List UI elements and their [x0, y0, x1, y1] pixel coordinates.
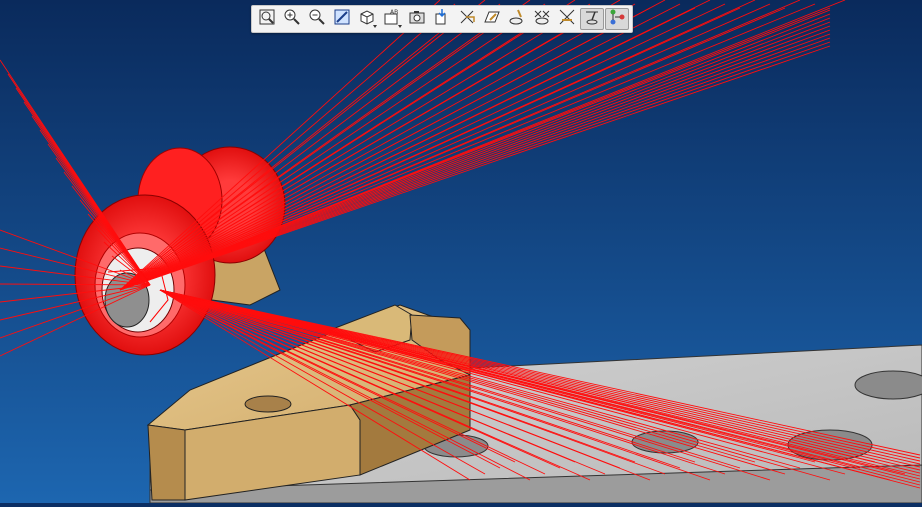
sectioning-button[interactable]	[555, 8, 579, 30]
fit-all-button[interactable]	[255, 8, 279, 30]
normal-view-icon	[333, 8, 351, 30]
hide-show-button[interactable]	[430, 8, 454, 30]
named-views-button[interactable]: AB	[380, 8, 404, 30]
sectioning-icon	[558, 8, 576, 30]
scene-canvas	[0, 0, 922, 504]
normal-view-button[interactable]	[330, 8, 354, 30]
hide-show-icon	[433, 8, 451, 30]
zoom-in-icon	[283, 8, 301, 30]
compass-toggle-button[interactable]	[580, 8, 604, 30]
plate-hole	[631, 430, 699, 454]
measure-item-icon	[508, 8, 526, 30]
iso-view-button[interactable]	[355, 8, 379, 30]
sketch-plane-button[interactable]	[480, 8, 504, 30]
zoom-out-icon	[308, 8, 326, 30]
dropdown-arrow-icon[interactable]	[373, 25, 377, 28]
svg-text:AB: AB	[390, 9, 398, 16]
zoom-in-button[interactable]	[280, 8, 304, 30]
bracket-hole	[244, 395, 292, 413]
camera-icon	[408, 8, 426, 30]
3d-viewport[interactable]	[0, 0, 922, 504]
dropdown-arrow-icon[interactable]	[398, 25, 402, 28]
compass-toggle-icon	[583, 8, 601, 30]
swap-space-button[interactable]	[455, 8, 479, 30]
tree-toggle-button[interactable]	[605, 8, 629, 30]
sketch-plane-icon	[483, 8, 501, 30]
clash-button[interactable]	[530, 8, 554, 30]
plate-hole	[854, 370, 922, 400]
tree-toggle-icon	[608, 8, 626, 30]
swap-space-icon	[458, 8, 476, 30]
zoom-out-button[interactable]	[305, 8, 329, 30]
measure-item-button[interactable]	[505, 8, 529, 30]
capture-button[interactable]	[405, 8, 429, 30]
view-toolbar: AB	[251, 5, 633, 33]
fit-all-icon	[258, 8, 276, 30]
clash-icon	[533, 8, 551, 30]
